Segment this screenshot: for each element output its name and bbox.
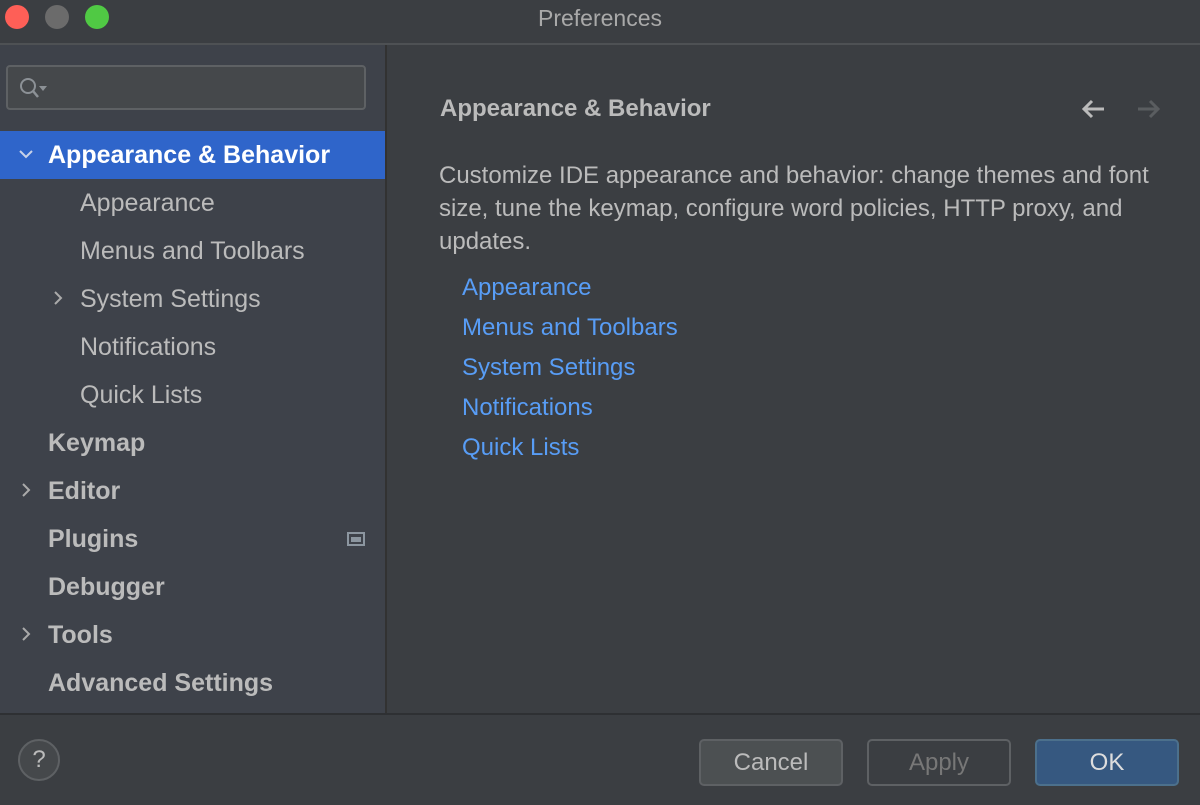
link-appearance[interactable]: Appearance: [462, 274, 591, 302]
page-title: Appearance & Behavior: [440, 95, 711, 122]
chevron-right-icon[interactable]: [18, 611, 34, 659]
tree-item-advanced-settings[interactable]: Advanced Settings: [0, 659, 385, 707]
link-quick-lists[interactable]: Quick Lists: [462, 434, 579, 462]
window-icon: [347, 532, 365, 546]
tree-item-label: Quick Lists: [80, 381, 203, 409]
tree-item-appearance-behavior[interactable]: Appearance & Behavior: [0, 131, 385, 179]
link-notifications[interactable]: Notifications: [462, 394, 593, 422]
tree-item-system-settings[interactable]: System Settings: [0, 275, 385, 323]
tree-item-label: Appearance & Behavior: [48, 141, 331, 169]
tree-item-quick-lists[interactable]: Quick Lists: [0, 371, 385, 419]
tree-item-appearance[interactable]: Appearance: [0, 179, 385, 227]
chevron-right-icon[interactable]: [50, 275, 66, 323]
window-title: Preferences: [537, 5, 662, 31]
page-description: Customize IDE appearance and behavior: c…: [439, 162, 1149, 255]
chevron-down-icon[interactable]: [18, 131, 34, 179]
tree-item-label: Notifications: [80, 333, 217, 361]
tree-item-plugins[interactable]: Plugins: [0, 515, 385, 563]
settings-content-panel: Appearance & Behavior Customize IDE appe…: [387, 45, 1200, 713]
chevron-right-icon[interactable]: [18, 467, 34, 515]
link-menus-toolbars[interactable]: Menus and Toolbars: [462, 314, 678, 342]
ok-button[interactable]: OK: [1035, 739, 1179, 786]
tree-item-label: Debugger: [48, 573, 165, 601]
tree-item-label: Appearance: [80, 189, 215, 217]
tree-item-debugger[interactable]: Debugger: [0, 563, 385, 611]
tree-item-label: Keymap: [48, 429, 146, 457]
settings-sidebar: Appearance & Behavior Appearance Menus a…: [0, 45, 387, 713]
apply-button[interactable]: Apply: [867, 739, 1011, 786]
help-button[interactable]: ?: [18, 739, 60, 781]
tree-item-keymap[interactable]: Keymap: [0, 419, 385, 467]
tree-item-label: Plugins: [48, 525, 139, 553]
tree-item-notifications[interactable]: Notifications: [0, 323, 385, 371]
dialog-footer: ? Cancel Apply OK: [0, 713, 1200, 805]
tree-item-label: Tools: [48, 621, 113, 649]
cancel-button[interactable]: Cancel: [699, 739, 843, 786]
arrow-left-icon[interactable]: [1080, 95, 1108, 123]
settings-search-input[interactable]: [6, 65, 366, 110]
title-bar: Preferences: [0, 0, 1200, 45]
tree-item-label: Advanced Settings: [48, 669, 274, 697]
tree-item-tools[interactable]: Tools: [0, 611, 385, 659]
tree-item-menus-toolbars[interactable]: Menus and Toolbars: [0, 227, 385, 275]
tree-item-label: Menus and Toolbars: [80, 237, 305, 265]
link-system-settings[interactable]: System Settings: [462, 354, 635, 382]
arrow-right-icon[interactable]: [1134, 95, 1162, 123]
tree-item-editor[interactable]: Editor: [0, 467, 385, 515]
search-icon[interactable]: [18, 76, 48, 102]
tree-item-label: Editor: [48, 477, 121, 505]
tree-item-label: System Settings: [80, 285, 261, 313]
